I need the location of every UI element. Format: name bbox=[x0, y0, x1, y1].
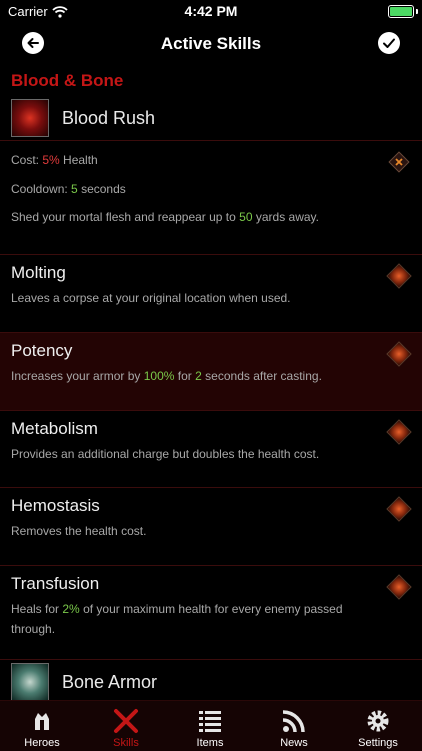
rune-name: Metabolism bbox=[11, 419, 98, 438]
skills-list[interactable]: Blood & Bone Blood Rush Cost: 5% Health … bbox=[0, 66, 422, 700]
rune-desc-text: for bbox=[177, 369, 192, 383]
battery-tip bbox=[416, 9, 418, 14]
status-time: 4:42 PM bbox=[184, 3, 238, 19]
rune-description: Heals for 2% of your maximum health for … bbox=[11, 599, 371, 639]
tab-items[interactable]: Items bbox=[168, 701, 252, 751]
rune-desc-text: Increases your armor by bbox=[11, 369, 141, 383]
battery-icon bbox=[388, 5, 414, 18]
tab-news[interactable]: News bbox=[252, 701, 336, 751]
rune-description: Increases your armor by 100% for 2 secon… bbox=[11, 366, 371, 386]
remove-rune-icon[interactable] bbox=[388, 151, 410, 173]
rune-desc-value: 2 bbox=[195, 369, 202, 383]
navigation-bar: Active Skills bbox=[0, 22, 422, 66]
blood-rush-skill-icon bbox=[11, 99, 49, 137]
divider bbox=[0, 140, 422, 141]
rune-name: Transfusion bbox=[11, 574, 100, 593]
tab-label: Items bbox=[196, 737, 224, 749]
tab-label: Heroes bbox=[24, 737, 60, 749]
tab-label: Skills bbox=[113, 737, 139, 749]
rune-metabolism[interactable]: Metabolism Provides an additional charge… bbox=[0, 411, 422, 488]
bone-armor-skill-icon bbox=[11, 663, 49, 700]
confirm-button[interactable] bbox=[378, 32, 400, 54]
rune-transfusion[interactable]: Transfusion Heals for 2% of your maximum… bbox=[0, 566, 422, 659]
skill-name: Bone Armor bbox=[62, 672, 158, 692]
cooldown-line: Cooldown: 5 seconds bbox=[11, 182, 126, 196]
rune-desc-value: 100% bbox=[143, 369, 175, 383]
section-title: Blood & Bone bbox=[11, 71, 124, 90]
rune-desc-value: 2% bbox=[62, 602, 80, 616]
tab-heroes[interactable]: Heroes bbox=[0, 701, 84, 751]
tab-label: News bbox=[280, 737, 308, 749]
skills-icon bbox=[114, 709, 138, 733]
rune-description: Leaves a corpse at your original locatio… bbox=[11, 291, 291, 305]
skill-description: Shed your mortal flesh and reappear up t… bbox=[11, 210, 319, 224]
rune-name: Potency bbox=[11, 341, 73, 360]
description-text: Shed your mortal flesh and reappear up t… bbox=[11, 210, 236, 224]
rune-metabolism-icon bbox=[386, 419, 412, 445]
description-value: 50 bbox=[239, 210, 253, 224]
skill-header-blood-rush[interactable]: Blood Rush bbox=[0, 99, 422, 139]
rune-potency-icon bbox=[386, 341, 412, 367]
rune-desc-text: Heals for bbox=[11, 602, 60, 616]
cooldown-value: 5 bbox=[71, 182, 78, 196]
page-title: Active Skills bbox=[160, 34, 262, 53]
rune-description: Removes the health cost. bbox=[11, 524, 147, 538]
cooldown-label: Cooldown: bbox=[11, 182, 68, 196]
rune-molting[interactable]: Molting Leaves a corpse at your original… bbox=[0, 255, 422, 332]
heroes-icon bbox=[35, 713, 49, 730]
rune-name: Molting bbox=[11, 263, 66, 282]
news-icon bbox=[282, 710, 305, 733]
tab-settings[interactable]: Settings bbox=[336, 701, 420, 751]
checkmark-icon bbox=[383, 38, 395, 48]
cost-value: 5% bbox=[42, 153, 60, 167]
description-text-end: yards away. bbox=[255, 210, 319, 224]
rune-molting-icon bbox=[386, 263, 412, 289]
rune-hemostasis-icon bbox=[386, 496, 412, 522]
tab-skills[interactable]: Skills bbox=[84, 701, 168, 751]
rune-desc-text: of your maximum health for every enemy p… bbox=[11, 602, 343, 636]
skill-details: Cost: 5% Health Cooldown: 5 seconds Shed… bbox=[0, 142, 422, 255]
items-icon bbox=[199, 711, 221, 732]
rune-transfusion-icon bbox=[386, 574, 412, 600]
rune-hemostasis[interactable]: Hemostasis Removes the health cost. bbox=[0, 488, 422, 565]
divider bbox=[0, 659, 422, 660]
skill-name: Blood Rush bbox=[62, 108, 156, 128]
cost-line: Cost: 5% Health bbox=[11, 153, 98, 167]
settings-icon bbox=[367, 710, 389, 732]
cost-unit: Health bbox=[63, 153, 98, 167]
rune-description: Provides an additional charge but double… bbox=[11, 447, 320, 461]
rune-potency[interactable]: Potency Increases your armor by 100% for… bbox=[0, 333, 422, 410]
cost-label: Cost: bbox=[11, 153, 40, 167]
status-bar: Carrier 4:42 PM bbox=[0, 0, 422, 22]
tab-bar: Heroes Skills Items News Settings bbox=[0, 700, 422, 751]
rune-desc-text: seconds after casting. bbox=[205, 369, 322, 383]
skill-header-bone-armor[interactable]: Bone Armor bbox=[0, 663, 422, 700]
rune-name: Hemostasis bbox=[11, 496, 100, 515]
tab-label: Settings bbox=[358, 737, 398, 749]
cooldown-unit: seconds bbox=[81, 182, 126, 196]
